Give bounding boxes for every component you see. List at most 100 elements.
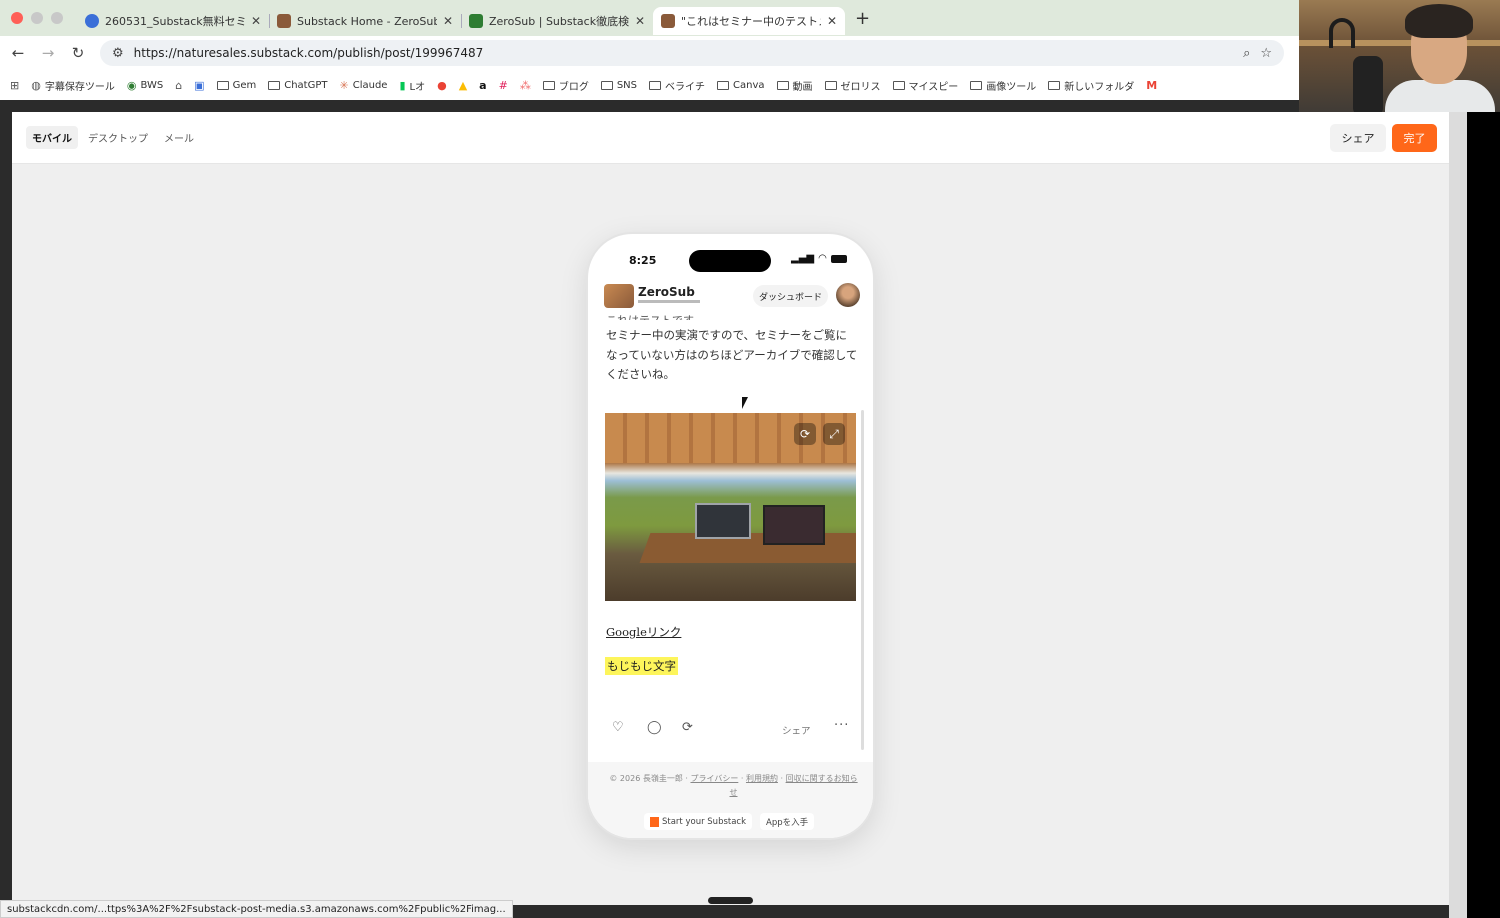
bookmark-item[interactable]: ▲ — [459, 79, 467, 92]
bookmark-folder[interactable]: ブログ — [542, 78, 589, 93]
publication-logo-text[interactable]: ZeroSub — [638, 285, 695, 299]
privacy-link[interactable]: プライバシー — [690, 774, 738, 783]
home-indicator — [708, 897, 753, 904]
close-window-button[interactable] — [11, 12, 23, 24]
bookmark-item[interactable]: ⌂ — [175, 79, 182, 92]
asana-icon: ⁂ — [519, 78, 531, 92]
comment-icon[interactable]: ◯ — [647, 720, 662, 735]
site-settings-icon[interactable]: ⚙ — [112, 46, 124, 61]
bookmark-folder[interactable]: ベライチ — [649, 78, 705, 93]
tab-close-icon[interactable]: ✕ — [443, 14, 453, 28]
bookmark-item[interactable]: ▮ Lオ — [399, 78, 425, 93]
bookmark-item[interactable]: # — [499, 79, 508, 92]
webcam-overlay — [1299, 0, 1500, 115]
folder-icon — [268, 80, 281, 90]
restack-icon[interactable]: ⟳ — [682, 720, 693, 735]
done-button[interactable]: 完了 — [1392, 124, 1437, 152]
browser-tab[interactable]: 260531_Substack無料セミナー ✕ — [77, 7, 270, 35]
bookmark-item[interactable]: ● — [437, 79, 447, 92]
tab-title: 260531_Substack無料セミナー — [105, 15, 245, 28]
folder-icon — [892, 80, 905, 90]
mode-email-tab[interactable]: メール — [158, 126, 200, 149]
bookmark-item[interactable]: ◉ BWS — [127, 79, 163, 92]
dashboard-button[interactable]: ダッシュボード — [753, 285, 829, 307]
folder-icon — [1048, 80, 1061, 90]
preview-header: モバイル デスクトップ メール シェア 完了 — [12, 112, 1449, 164]
bookmark-folder[interactable]: Canva — [717, 80, 765, 91]
slack-icon: # — [498, 78, 508, 92]
bookmarks-bar: ⊞ ◍ 字幕保存ツール ◉ BWS ⌂ ▣ Gem ChatGPT ✳ Claude … — [0, 70, 1300, 100]
substack-logo-icon — [650, 816, 659, 827]
bookmark-item[interactable]: ◍ 字幕保存ツール — [31, 78, 115, 93]
bookmark-folder[interactable]: 画像ツール — [970, 78, 1036, 93]
claude-icon: ✳ — [339, 78, 349, 92]
zoom-window-button[interactable] — [51, 12, 63, 24]
post-footer: © 2026 長嶺圭一郎 · プライバシー · 利用規約 · 回収に関するお知ら… — [588, 762, 873, 838]
window-controls — [0, 12, 77, 24]
post-share-button[interactable]: シェア — [782, 723, 811, 737]
bookmark-folder[interactable]: SNS — [600, 80, 637, 91]
maps-icon: ● — [437, 78, 447, 92]
calendar-icon: ▣ — [194, 78, 205, 92]
new-tab-icon[interactable]: + — [855, 8, 870, 29]
tab-favicon-icon — [277, 14, 291, 28]
bookmark-folder[interactable]: マイスピー — [892, 78, 958, 93]
tab-title: "これはセミナー中のテストメー — [681, 15, 821, 28]
more-icon[interactable]: ··· — [834, 718, 849, 733]
bookmark-item[interactable]: a — [479, 79, 486, 92]
publication-logo-image[interactable] — [604, 284, 634, 308]
body-text-cutoff: これはテストです。 — [606, 312, 726, 320]
address-bar[interactable]: ⚙ https://naturesales.substack.com/publi… — [100, 40, 1284, 66]
battery-icon — [830, 254, 847, 263]
signal-icon: ▂▄▆ — [791, 253, 815, 264]
like-icon[interactable]: ♡ — [612, 720, 624, 735]
tab-favicon-icon — [469, 14, 483, 28]
folder-icon — [776, 80, 789, 90]
amazon-icon: a — [479, 78, 487, 92]
mode-desktop-tab[interactable]: デスクトップ — [82, 126, 154, 149]
bookmark-star-icon[interactable]: ☆ — [1260, 46, 1272, 61]
share-button[interactable]: シェア — [1330, 124, 1386, 152]
url-text: https://naturesales.substack.com/publish… — [133, 46, 484, 60]
bookmark-folder[interactable]: ChatGPT — [268, 80, 328, 91]
highlighted-text: もじもじ文字 — [605, 657, 678, 675]
browser-tab[interactable]: Substack Home - ZeroSub 長 ✕ — [269, 7, 462, 35]
apps-icon[interactable]: ⊞ — [10, 79, 19, 92]
tab-close-icon[interactable]: ✕ — [251, 14, 261, 28]
browser-tab-active[interactable]: "これはセミナー中のテストメー ✕ — [653, 7, 845, 35]
zoom-icon[interactable]: ⌕ — [1243, 46, 1250, 61]
drive-icon: ▲ — [458, 78, 468, 92]
phone-scrollbar[interactable] — [861, 410, 864, 750]
avatar[interactable] — [836, 283, 860, 307]
dynamic-island — [689, 250, 771, 272]
back-icon[interactable]: ← — [10, 44, 26, 62]
bookmark-folder[interactable]: Gem — [216, 80, 256, 91]
folder-icon — [216, 80, 229, 90]
start-substack-button[interactable]: Start your Substack — [644, 813, 753, 830]
folder-icon — [717, 80, 730, 90]
shield-icon: ▮ — [399, 78, 406, 92]
minimize-window-button[interactable] — [31, 12, 43, 24]
post-image[interactable]: ⟳ ⤢ — [605, 413, 856, 601]
forward-icon[interactable]: → — [40, 44, 56, 62]
refresh-icon[interactable]: ⟳ — [794, 423, 816, 445]
browser-tab[interactable]: ZeroSub | Substack徹底検証セ ✕ — [461, 7, 653, 35]
get-app-button[interactable]: Appを入手 — [760, 813, 815, 830]
tab-close-icon[interactable]: ✕ — [635, 14, 645, 28]
bookmark-item[interactable]: ▣ — [194, 79, 204, 92]
mode-mobile-tab[interactable]: モバイル — [26, 126, 78, 149]
bookmark-folder[interactable]: ゼロリス — [824, 78, 881, 93]
phone-status-bar: 8:25 ▂▄▆ ◠ — [588, 248, 873, 272]
bookmark-item[interactable]: M — [1146, 79, 1157, 92]
expand-icon[interactable]: ⤢ — [823, 423, 845, 445]
gmail-icon: M — [1146, 78, 1158, 92]
google-link[interactable]: Googleリンク — [606, 624, 681, 640]
bookmark-item[interactable]: ⁂ — [520, 79, 531, 92]
bookmark-folder[interactable]: 動画 — [776, 78, 813, 93]
terms-link[interactable]: 利用規約 — [746, 774, 778, 783]
folder-icon — [970, 80, 983, 90]
reload-icon[interactable]: ↻ — [70, 44, 86, 62]
tab-close-icon[interactable]: ✕ — [827, 14, 837, 28]
bookmark-folder[interactable]: 新しいフォルダ — [1048, 78, 1134, 93]
bookmark-item[interactable]: ✳ Claude — [340, 79, 388, 92]
